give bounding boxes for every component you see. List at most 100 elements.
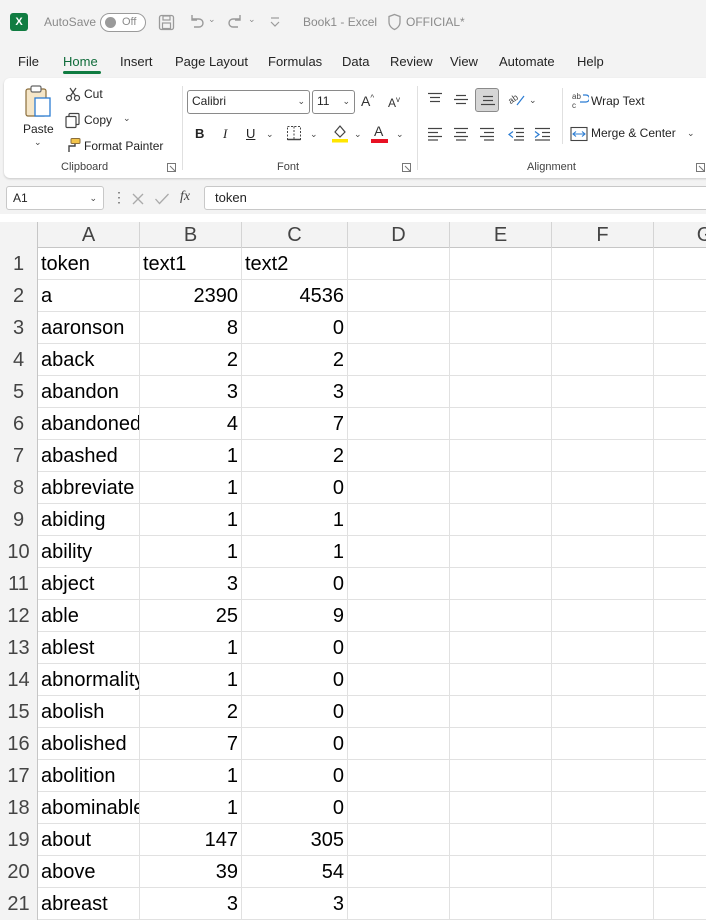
cell[interactable] [348,792,450,824]
cell[interactable]: a [38,280,140,312]
cell[interactable] [552,600,654,632]
align-center-icon[interactable] [453,127,469,141]
cell[interactable] [450,536,552,568]
cell[interactable]: able [38,600,140,632]
cell[interactable] [654,344,706,376]
cell[interactable] [552,728,654,760]
cell[interactable]: 4 [140,408,242,440]
cell[interactable] [348,600,450,632]
cell[interactable]: 305 [242,824,348,856]
cell[interactable] [552,312,654,344]
tab-help[interactable]: Help [577,54,604,69]
cell[interactable] [654,792,706,824]
cell[interactable]: 0 [242,664,348,696]
cell[interactable] [654,504,706,536]
cell[interactable] [450,504,552,536]
cell[interactable]: abiding [38,504,140,536]
row-header[interactable]: 18 [0,792,38,824]
cell[interactable] [552,472,654,504]
cell[interactable] [450,728,552,760]
cell[interactable]: abashed [38,440,140,472]
cell[interactable] [552,888,654,920]
cell[interactable]: 0 [242,792,348,824]
cell[interactable]: 2390 [140,280,242,312]
font-name-combo[interactable]: Calibri ⌄ [187,90,310,114]
cell[interactable]: 2 [242,440,348,472]
row-header[interactable]: 13 [0,632,38,664]
merge-center-icon[interactable] [570,126,588,142]
row-header[interactable]: 16 [0,728,38,760]
middle-align-icon[interactable] [453,92,469,106]
row-header[interactable]: 5 [0,376,38,408]
fill-color-dropdown-icon[interactable]: ⌄ [354,129,362,140]
paste-button[interactable]: Paste [23,122,54,136]
redo-dropdown-icon[interactable]: ⌄ [248,14,256,25]
cell[interactable]: 1 [242,504,348,536]
column-header-d[interactable]: D [348,222,450,248]
cell[interactable] [450,856,552,888]
cell[interactable] [348,696,450,728]
cell[interactable]: 4536 [242,280,348,312]
cell[interactable] [654,376,706,408]
paste-icon[interactable] [23,84,53,120]
cell[interactable]: 1 [140,472,242,504]
cell[interactable]: 2 [140,696,242,728]
select-all-corner[interactable] [0,222,38,248]
cell[interactable]: token [38,248,140,280]
cell[interactable]: 3 [140,568,242,600]
merge-center-dropdown-icon[interactable]: ⌄ [687,128,695,139]
cut-button[interactable]: Cut [84,87,103,101]
cell[interactable] [348,568,450,600]
row-header[interactable]: 6 [0,408,38,440]
cell[interactable] [654,472,706,504]
cell[interactable]: abnormality [38,664,140,696]
cell[interactable] [450,888,552,920]
row-header[interactable]: 11 [0,568,38,600]
tab-home[interactable]: Home [63,54,98,69]
cell[interactable]: ability [38,536,140,568]
cell[interactable] [348,728,450,760]
alignment-launcher-icon[interactable] [696,163,705,172]
cell[interactable] [450,664,552,696]
cell[interactable] [348,408,450,440]
cell[interactable] [348,312,450,344]
redo-icon[interactable] [227,13,245,31]
row-header[interactable]: 14 [0,664,38,696]
cell[interactable] [654,728,706,760]
clipboard-launcher-icon[interactable] [167,163,176,172]
cell[interactable]: 7 [140,728,242,760]
column-header-a[interactable]: A [38,222,140,248]
cell[interactable] [552,792,654,824]
cell[interactable] [654,408,706,440]
confirm-entry-icon[interactable] [154,192,170,206]
cell[interactable]: 54 [242,856,348,888]
cell[interactable] [450,312,552,344]
font-color-dropdown-icon[interactable]: ⌄ [396,129,404,140]
wrap-text-button[interactable]: Wrap Text [591,94,645,108]
sensitivity-label[interactable]: OFFICIAL* [406,15,465,29]
cell[interactable]: 1 [140,632,242,664]
cell[interactable] [450,440,552,472]
row-header[interactable]: 7 [0,440,38,472]
format-painter-icon[interactable] [64,137,82,153]
cell[interactable]: 0 [242,568,348,600]
cell[interactable] [654,760,706,792]
cell[interactable] [552,248,654,280]
cell[interactable] [450,792,552,824]
save-icon[interactable] [158,14,175,31]
cell[interactable] [654,888,706,920]
cell[interactable]: 0 [242,472,348,504]
cell[interactable] [450,344,552,376]
increase-indent-icon[interactable] [534,127,551,141]
cell[interactable] [552,824,654,856]
font-color-button[interactable]: A [374,123,383,139]
cell[interactable]: 7 [242,408,348,440]
cell[interactable] [654,664,706,696]
row-header[interactable]: 21 [0,888,38,920]
copy-button[interactable]: Copy [84,113,112,127]
name-box-dropdown-icon[interactable]: ⌄ [89,193,97,204]
fill-color-icon[interactable] [331,123,349,143]
cell[interactable] [654,536,706,568]
copy-dropdown-icon[interactable]: ⌄ [123,113,131,124]
cell[interactable]: abolished [38,728,140,760]
